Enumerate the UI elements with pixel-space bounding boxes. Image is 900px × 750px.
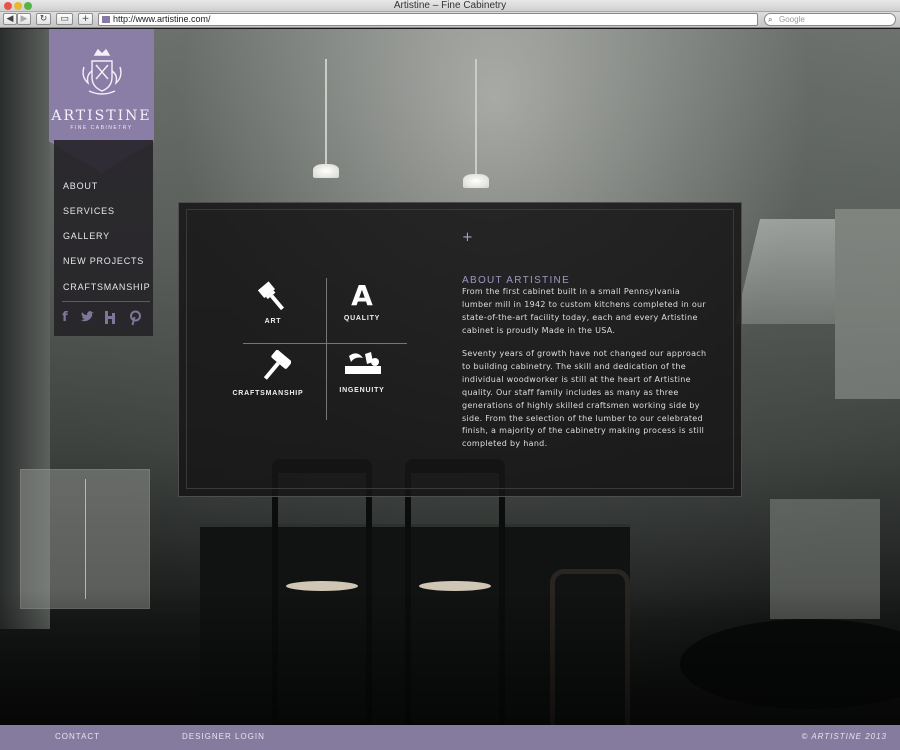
nav-item-new-projects[interactable]: NEW PROJECTS [63,256,144,266]
quadrant-divider-vertical [326,278,327,420]
minimize-window-icon[interactable] [14,2,22,10]
facebook-icon[interactable]: f [58,310,72,326]
logo-tagline: Fine Cabinetry [70,125,133,131]
paintbrush-icon [257,281,285,311]
new-tab-button[interactable]: + [78,13,93,25]
quadrant-divider-horizontal [243,343,407,344]
crest-icon [82,48,122,95]
wood-plane-icon [345,352,381,374]
mallet-icon [263,350,291,380]
close-window-icon[interactable] [4,2,12,10]
logo-wordmark: ARTISTINE [51,108,152,124]
feature-craftsmanship-label: CRAFTSMANSHIP [232,390,304,397]
houzz-icon[interactable] [103,310,117,326]
nav-item-craftsmanship[interactable]: CRAFTSMANSHIP [63,282,150,292]
about-paragraph-2: Seventy years of growth have not changed… [462,349,707,449]
address-url: http://www.artistine.com/ [113,14,211,24]
reload-button[interactable]: ↻ [36,13,51,25]
bookmarks-icon[interactable]: ▭ [56,13,73,25]
site-favicon-icon [102,16,110,23]
nav-item-services[interactable]: SERVICES [63,206,115,216]
plus-icon: + [462,230,473,245]
feature-quality-label: QUALITY [343,315,381,322]
site-footer: CONTACT DESIGNER LOGIN © ARTISTINE 2013 [0,725,900,750]
browser-search-input[interactable]: ⌕ Google [764,13,896,26]
side-navigation: ABOUT SERVICES GALLERY NEW PROJECTS CRAF… [54,140,153,336]
about-panel: ART A QUALITY CRAFTSMANSHIP INGENUITY + … [178,202,742,497]
pinterest-icon[interactable] [128,310,142,326]
forward-button[interactable]: ▶ [17,13,31,25]
zoom-window-icon[interactable] [24,2,32,10]
quality-a-icon: A [351,279,373,312]
window-title: Artistine – Fine Cabinetry [393,0,507,11]
about-paragraph-1: From the first cabinet built in a small … [462,287,706,335]
twitter-icon[interactable] [80,310,94,326]
feature-ingenuity-label: INGENUITY [339,387,385,394]
browser-toolbar: ◀ ▶ ↻ ▭ + http://www.artistine.com/ ⌕ Go… [0,12,900,28]
address-bar[interactable]: http://www.artistine.com/ [98,13,758,26]
panel-inner-frame: ART A QUALITY CRAFTSMANSHIP INGENUITY + … [186,209,734,489]
nav-divider [62,301,150,302]
footer-copyright: © ARTISTINE 2013 [801,732,887,741]
about-heading: ABOUT ARTISTINE [462,275,571,286]
nav-item-gallery[interactable]: GALLERY [63,231,110,241]
footer-designer-login-link[interactable]: DESIGNER LOGIN [182,732,265,742]
search-icon: ⌕ [768,15,773,24]
search-placeholder: Google [779,15,805,24]
footer-contact-link[interactable]: CONTACT [55,732,100,742]
browser-titlebar: Artistine – Fine Cabinetry [0,0,900,12]
feature-art-label: ART [264,318,282,325]
nav-item-about[interactable]: ABOUT [63,181,98,191]
back-button[interactable]: ◀ [3,13,17,25]
